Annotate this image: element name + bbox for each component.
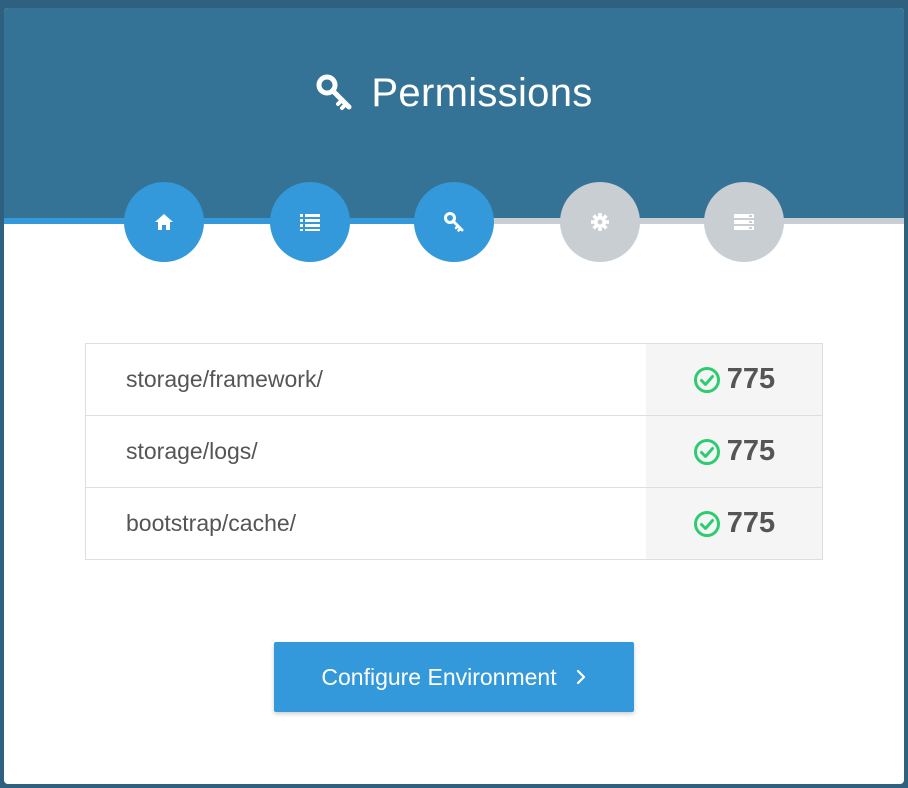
check-circle-icon [693,510,720,537]
step-final[interactable] [704,182,784,262]
permission-cell: 775 [646,344,822,415]
table-row: bootstrap/cache/ 775 [86,487,822,559]
permission-cell: 775 [646,416,822,487]
installer-card: Permissions storage/framework/ 775 stora… [4,8,904,784]
folder-path: storage/logs/ [126,438,258,464]
permission-value: 775 [726,435,776,467]
server-icon [734,214,754,230]
table-row: storage/framework/ 775 [86,344,822,415]
step-requirements[interactable] [270,182,350,262]
permissions-table: storage/framework/ 775 storage/logs/ 775… [85,343,823,560]
step-welcome[interactable] [124,182,204,262]
permission-value: 775 [726,363,776,395]
gear-icon [591,213,609,231]
list-icon [300,214,320,231]
chevron-right-icon [576,669,585,685]
key-icon [444,212,464,232]
step-permissions[interactable] [414,182,494,262]
configure-environment-button[interactable]: Configure Environment [274,642,634,712]
page-title-text: Permissions [371,70,593,115]
step-environment[interactable] [560,182,640,262]
permission-value: 775 [726,507,776,539]
progress-track-remaining [454,218,904,224]
check-circle-icon [693,366,720,393]
page-title: Permissions [4,68,904,118]
progress-track-complete [4,218,454,224]
folder-path: storage/framework/ [126,366,323,392]
folder-path: bootstrap/cache/ [126,510,297,536]
key-icon [316,74,352,110]
permission-cell: 775 [646,488,822,559]
check-circle-icon [693,438,720,465]
table-row: storage/logs/ 775 [86,415,822,487]
home-icon [155,214,173,230]
configure-environment-label: Configure Environment [321,663,557,690]
